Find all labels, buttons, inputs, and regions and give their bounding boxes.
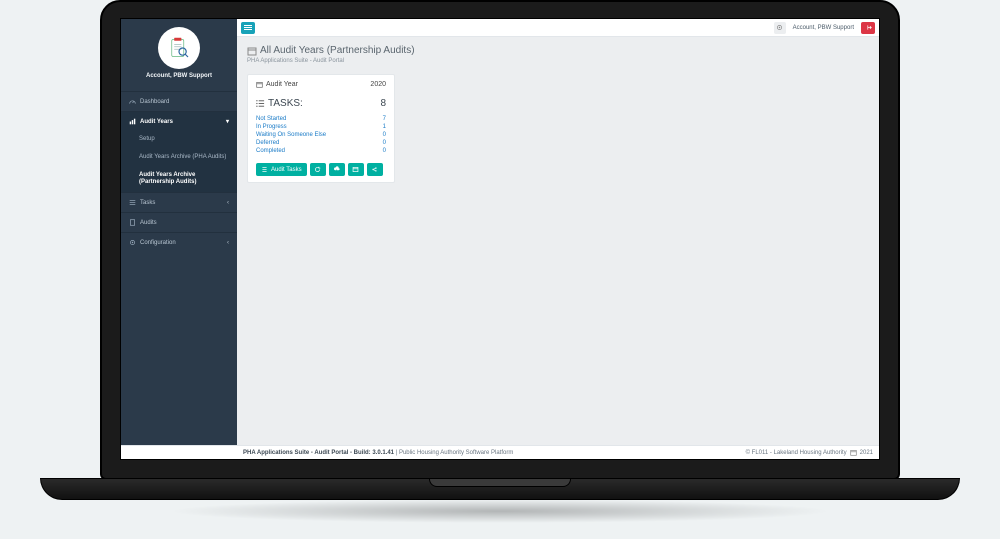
nav-tasks[interactable]: Tasks ‹ xyxy=(121,192,237,212)
nav-audit-years[interactable]: Audit Years ▾ xyxy=(121,111,237,131)
nav-audits[interactable]: Audits xyxy=(121,212,237,232)
audit-clipboard-icon xyxy=(167,36,191,60)
task-row-deferred[interactable]: Deferred 0 xyxy=(256,139,386,147)
page-title: All Audit Years (Partnership Audits) xyxy=(247,45,869,56)
task-row-completed[interactable]: Completed 0 xyxy=(256,147,386,155)
topbar-account-label[interactable]: Account, PBW Support xyxy=(789,25,858,31)
task-value: 0 xyxy=(383,148,386,154)
task-label: Not Started xyxy=(256,116,286,122)
laptop-frame: Account, PBW Support Dashboard Audit Yea… xyxy=(100,0,900,480)
nav-lower: Tasks ‹ Audits Configuration ‹ xyxy=(121,192,237,252)
avatar-wrap: Account, PBW Support xyxy=(121,19,237,91)
card-actions: Audit Tasks xyxy=(256,163,386,176)
clipboard-icon xyxy=(129,219,136,226)
subnav-archive-partnership-label: Audit Years Archive (Partnership Audits) xyxy=(139,172,196,186)
page-title-text: All Audit Years (Partnership Audits) xyxy=(260,45,415,56)
tasks-total: 8 xyxy=(380,98,386,109)
share-icon xyxy=(371,166,378,173)
chevron-left-icon: ‹ xyxy=(227,240,229,246)
nav-dashboard[interactable]: Dashboard xyxy=(121,91,237,111)
logout-button[interactable] xyxy=(861,22,875,34)
footer-platform: Public Housing Authority Software Platfo… xyxy=(399,450,513,456)
laptop-base xyxy=(40,478,960,500)
subnav-setup-label: Setup xyxy=(139,136,155,142)
list-icon xyxy=(256,99,265,108)
task-value: 7 xyxy=(383,116,386,122)
sidebar-account-name: Account, PBW Support xyxy=(121,73,237,79)
task-value: 1 xyxy=(383,124,386,130)
hamburger-icon xyxy=(244,27,252,28)
task-row-not-started[interactable]: Not Started 7 xyxy=(256,115,386,123)
calendar-icon xyxy=(850,449,857,456)
card-year: 2020 xyxy=(370,81,386,88)
content: All Audit Years (Partnership Audits) PHA… xyxy=(237,37,879,445)
gear-icon xyxy=(776,24,783,31)
card-header: Audit Year 2020 xyxy=(256,81,386,88)
subnav-archive-pha-label: Audit Years Archive (PHA Audits) xyxy=(139,154,226,160)
audit-year-card: Audit Year 2020 TASKS: 8 Not Started 7 In… xyxy=(247,74,395,183)
nav-configuration-label: Configuration xyxy=(140,240,176,246)
settings-button[interactable] xyxy=(774,22,786,34)
chevron-down-icon: ▾ xyxy=(226,118,229,125)
footer-app-name: PHA Applications Suite - Audit Portal - … xyxy=(243,450,394,456)
gear-icon xyxy=(129,239,136,246)
subnav-audit-years: Setup Audit Years Archive (PHA Audits) A… xyxy=(121,131,237,192)
refresh-button[interactable] xyxy=(310,163,326,176)
tasks-label: TASKS: xyxy=(268,98,303,109)
screen: Account, PBW Support Dashboard Audit Yea… xyxy=(120,18,880,460)
nav-dashboard-label: Dashboard xyxy=(140,99,169,105)
topbar: Account, PBW Support xyxy=(237,19,879,37)
calendar-icon xyxy=(256,81,263,88)
audit-tasks-label: Audit Tasks xyxy=(271,167,302,173)
list-icon xyxy=(261,166,268,173)
subnav-archive-pha[interactable]: Audit Years Archive (PHA Audits) xyxy=(121,149,237,167)
task-value: 0 xyxy=(383,132,386,138)
subnav-setup[interactable]: Setup xyxy=(121,131,237,149)
list-check-icon xyxy=(129,199,136,206)
logout-icon xyxy=(865,24,872,31)
laptop-shadow xyxy=(30,500,970,528)
nav-audit-years-label: Audit Years xyxy=(140,119,173,125)
sidebar: Account, PBW Support Dashboard Audit Yea… xyxy=(121,19,237,445)
task-label: In Progress xyxy=(256,124,287,130)
footer: PHA Applications Suite - Audit Portal - … xyxy=(121,445,879,459)
refresh-icon xyxy=(314,166,321,173)
card-header-label: Audit Year xyxy=(266,81,298,88)
subnav-archive-partnership[interactable]: Audit Years Archive (Partnership Audits) xyxy=(121,167,237,193)
calendar-icon xyxy=(352,166,359,173)
task-row-in-progress[interactable]: In Progress 1 xyxy=(256,123,386,131)
footer-org: © FL011 - Lakeland Housing Authority xyxy=(746,450,847,456)
task-label: Deferred xyxy=(256,140,279,146)
calendar-icon xyxy=(247,46,257,56)
audit-tasks-button[interactable]: Audit Tasks xyxy=(256,163,307,176)
nav-tasks-label: Tasks xyxy=(140,200,155,206)
topbar-right: Account, PBW Support xyxy=(774,22,875,34)
calendar-button[interactable] xyxy=(348,163,364,176)
tasks-header: TASKS: 8 xyxy=(256,98,386,109)
avatar xyxy=(158,27,200,69)
share-button[interactable] xyxy=(367,163,383,176)
chevron-left-icon: ‹ xyxy=(227,200,229,206)
gauge-icon xyxy=(129,98,136,105)
task-label: Waiting On Someone Else xyxy=(256,132,326,138)
nav-audits-label: Audits xyxy=(140,220,157,226)
footer-left: PHA Applications Suite - Audit Portal - … xyxy=(243,450,513,456)
cloud-download-icon xyxy=(333,166,340,173)
chart-icon xyxy=(129,118,136,125)
nav-configuration[interactable]: Configuration ‹ xyxy=(121,232,237,252)
footer-year: 2021 xyxy=(860,450,873,456)
task-row-waiting[interactable]: Waiting On Someone Else 0 xyxy=(256,131,386,139)
task-label: Completed xyxy=(256,148,285,154)
nav: Dashboard Audit Years ▾ xyxy=(121,91,237,131)
menu-toggle-button[interactable] xyxy=(241,22,255,34)
task-value: 0 xyxy=(383,140,386,146)
footer-right: © FL011 - Lakeland Housing Authority 202… xyxy=(746,449,873,456)
download-button[interactable] xyxy=(329,163,345,176)
page-subtitle: PHA Applications Suite - Audit Portal xyxy=(247,58,869,64)
task-rows: Not Started 7 In Progress 1 Waiting On Som… xyxy=(256,115,386,155)
